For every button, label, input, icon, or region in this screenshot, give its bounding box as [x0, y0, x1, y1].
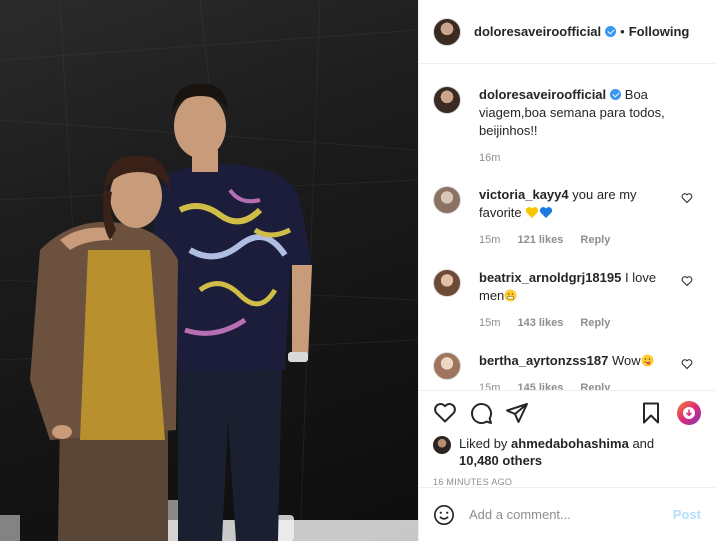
commenter-avatar[interactable]	[433, 352, 461, 380]
blue-heart-icon	[540, 207, 553, 218]
comment-item: victoria_kayy4 you are my favorite 15m 1…	[433, 186, 701, 246]
likes-summary: Liked by ahmedabohashima and 10,480 othe…	[419, 435, 715, 469]
commenter-username[interactable]: beatrix_arnoldgrj18195	[479, 270, 621, 285]
reply-button[interactable]: Reply	[580, 234, 610, 246]
comment-text: Wow	[611, 353, 641, 368]
reply-button[interactable]: Reply	[580, 382, 610, 390]
comment-item: beatrix_arnoldgrj18195 I love men 15m 14…	[433, 269, 701, 329]
post-side-panel: doloresaveiroofficial • Following dolore…	[418, 0, 715, 541]
add-comment-bar: Post	[419, 487, 715, 541]
post-photo[interactable]	[0, 0, 418, 541]
like-comment-heart-icon[interactable]	[681, 275, 693, 287]
comment-likes[interactable]: 145 likes	[517, 382, 563, 390]
share-icon[interactable]	[505, 401, 529, 425]
commenter-avatar[interactable]	[433, 269, 461, 297]
commenter-avatar[interactable]	[433, 186, 461, 214]
liker-avatar[interactable]	[433, 436, 451, 454]
comment-time[interactable]: 15m	[479, 317, 500, 329]
post-button[interactable]: Post	[673, 507, 701, 522]
reply-button[interactable]: Reply	[580, 317, 610, 329]
separator-dot: •	[620, 24, 625, 39]
commenter-username[interactable]: bertha_ayrtonzss187	[479, 353, 608, 368]
author-avatar[interactable]	[433, 17, 461, 46]
bookmark-icon[interactable]	[639, 401, 663, 425]
smile-icon[interactable]	[433, 504, 455, 526]
extension-download-icon[interactable]	[677, 401, 701, 425]
commenter-username[interactable]: victoria_kayy4	[479, 187, 569, 202]
author-username[interactable]: doloresaveiroofficial	[474, 24, 601, 39]
grimacing-face-icon	[504, 289, 517, 302]
comment-time[interactable]: 15m	[479, 382, 500, 390]
comment-item: bertha_ayrtonzss187 Wow 15m 145 likes Re…	[433, 352, 701, 390]
caption-avatar[interactable]	[433, 86, 461, 114]
comment-likes[interactable]: 121 likes	[517, 234, 563, 246]
tongue-face-icon	[641, 354, 654, 367]
liked-by-prefix: Liked by	[459, 436, 508, 451]
like-comment-heart-icon[interactable]	[681, 192, 693, 204]
caption-username[interactable]: doloresaveiroofficial	[479, 87, 606, 102]
comments-section[interactable]: doloresaveiroofficial Boa viagem,boa sem…	[419, 64, 715, 391]
like-comment-heart-icon[interactable]	[681, 358, 693, 370]
post-header: doloresaveiroofficial • Following	[419, 0, 715, 64]
post-timestamp[interactable]: 16 minutes ago	[419, 469, 715, 487]
likes-others[interactable]: 10,480 others	[459, 453, 542, 468]
verified-icon	[610, 89, 622, 100]
likes-conjunction: and	[632, 436, 655, 451]
caption-time[interactable]: 16m	[479, 152, 500, 164]
liker-username[interactable]: ahmedabohashima	[511, 436, 629, 451]
photo-illustration	[0, 0, 418, 541]
verified-icon	[605, 26, 617, 37]
arrow-down-icon	[683, 407, 695, 419]
comment-icon[interactable]	[469, 401, 493, 425]
post-modal: doloresaveiroofficial • Following dolore…	[0, 0, 715, 541]
comment-time[interactable]: 15m	[479, 234, 500, 246]
post-actions	[419, 391, 715, 435]
post-caption: doloresaveiroofficial Boa viagem,boa sem…	[433, 86, 701, 164]
comment-input[interactable]	[469, 507, 673, 522]
yellow-heart-icon	[526, 207, 539, 218]
heart-icon[interactable]	[433, 401, 457, 425]
comment-likes[interactable]: 143 likes	[517, 317, 563, 329]
following-button[interactable]: Following	[629, 24, 690, 39]
